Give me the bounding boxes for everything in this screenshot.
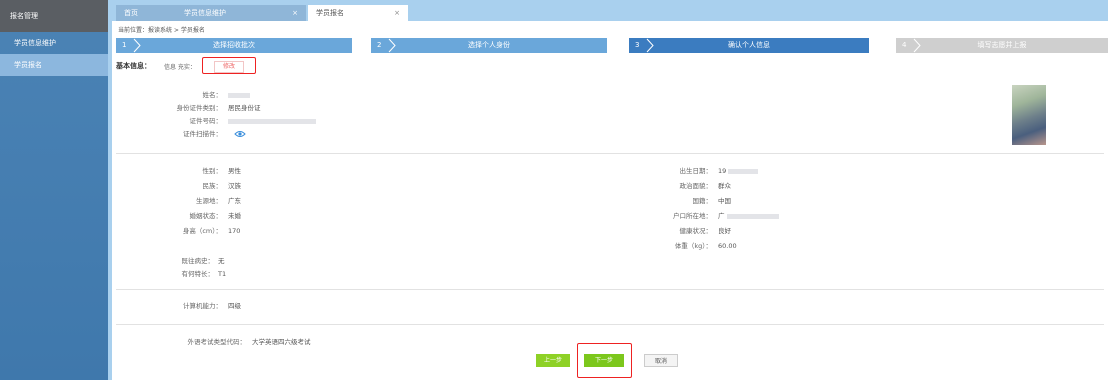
name-row: 姓名： [152,89,250,99]
section-title-basic-info: 基本信息： [116,62,151,70]
id-type-label: 身份证件类别： [176,104,223,112]
household-row: 户口所在地： 广 [632,210,779,220]
ethnicity-row: 民族： 汉族 [152,180,242,190]
id-number-value [228,117,316,125]
edit-button-highlight: 修改 [202,57,256,74]
sidebar-item-student-info[interactable]: 学员信息维护 [0,32,108,54]
id-type-row: 身份证件类别： 居民身份证 [152,102,261,112]
gender-value: 男性 [228,167,241,175]
sidebar-title: 报名管理 [0,0,108,32]
tab-home-label: 首页 [124,9,138,17]
height-value: 170 [228,227,241,235]
nationality-row: 国籍： 中国 [632,195,732,205]
ethnicity-value: 汉族 [228,182,241,190]
origin-value: 广东 [228,197,241,205]
next-button[interactable]: 下一步 [584,354,624,367]
birthdate-row: 出生日期： 19 [632,165,759,175]
origin-label: 生源地： [196,197,222,205]
step-4: 4 填写志愿并上报 [896,38,1108,53]
name-value [228,91,250,99]
specialty-value: T1 [218,270,227,278]
foreign-exam-row: 外语考试类型代码： 大学英语四六级考试 [152,336,311,346]
health-label: 健康状况： [679,227,713,235]
marital-row: 婚姻状态： 未婚 [152,210,242,220]
specialty-label: 有何特长： [181,270,215,278]
name-label: 姓名： [202,91,223,99]
origin-row: 生源地： 广东 [152,195,241,205]
birthdate-value: 19 [718,167,759,175]
health-row: 健康状况： 良好 [632,225,732,235]
breadcrumb: 当前位置：报读系统 > 学员报名 [118,27,205,34]
tab-student-enroll-label: 学员报名 [316,9,344,17]
height-row: 身高（cm）： 170 [152,225,241,235]
id-type-value: 居民身份证 [228,104,261,112]
section-hint: 信息 充实： [164,64,196,71]
foreign-exam-label: 外语考试类型代码： [187,338,247,346]
step-label: 选择个人身份 [468,41,510,49]
id-scan-label: 证件扫描件： [183,130,222,138]
edit-button[interactable]: 修改 [214,61,244,73]
app-window: 报名管理 学员信息维护 学员报名 首页 学员信息维护 × 学员报名 × 当前位置… [0,0,1108,380]
nationality-value: 中国 [718,197,731,205]
close-icon[interactable]: × [292,5,298,21]
step-1: 1 选择招收批次 [116,38,352,53]
tab-student-enroll[interactable]: 学员报名 × [308,5,408,21]
tab-student-info[interactable]: 学员信息维护 × [176,5,306,21]
sidebar-item-student-enroll[interactable]: 学员报名 [0,54,108,76]
tab-student-info-label: 学员信息维护 [184,9,226,17]
weight-row: 体重（kg）： 60.00 [632,240,737,250]
id-scan-row: 证件扫描件： [152,128,246,138]
close-icon[interactable]: × [394,5,400,21]
ethnicity-label: 民族： [202,182,223,190]
eye-icon[interactable] [234,130,246,138]
foreign-exam-value: 大学英语四六级考试 [252,338,311,346]
step-label: 填写志愿并上报 [977,41,1027,49]
step-progress: 1 选择招收批次 2 选择个人身份 3 确认个人信息 4 填写志愿并上报 [116,38,1108,53]
nationality-label: 国籍： [692,197,713,205]
id-number-row: 证件号码： [152,115,316,125]
medical-history-value: 无 [218,257,225,265]
political-label: 政治面貌： [679,182,713,190]
gender-label: 性别： [202,167,223,175]
weight-value: 60.00 [718,242,737,250]
tab-home[interactable]: 首页 [116,5,176,21]
divider [116,289,1104,290]
step-label: 确认个人信息 [728,41,770,49]
computer-skill-label: 计算机能力： [183,302,222,310]
household-value: 广 [718,210,779,220]
id-number-label: 证件号码： [189,117,223,125]
medical-history-row: 既往病史：无 [152,255,225,265]
main-content: 当前位置：报读系统 > 学员报名 1 选择招收批次 2 选择个人身份 3 确认个… [112,21,1108,380]
marital-value: 未婚 [228,212,241,220]
applicant-photo [1012,85,1046,145]
prev-button[interactable]: 上一步 [536,354,570,367]
marital-label: 婚姻状态： [189,212,223,220]
computer-skill-row: 计算机能力： 四级 [152,300,241,310]
political-row: 政治面貌： 群众 [632,180,732,190]
birthdate-label: 出生日期： [679,167,713,175]
specialty-row: 有何特长： T1 [152,268,227,278]
step-2: 2 选择个人身份 [371,38,607,53]
divider [116,324,1104,325]
health-value: 良好 [718,227,731,235]
weight-label: 体重（kg）： [674,242,712,250]
medical-history-label: 既往病史： [181,257,215,265]
cancel-button[interactable]: 取消 [644,354,678,367]
divider [116,153,1104,154]
step-3: 3 确认个人信息 [629,38,869,53]
political-value: 群众 [718,182,731,190]
sidebar: 报名管理 学员信息维护 学员报名 [0,0,108,380]
household-label: 户口所在地： [673,212,712,220]
gender-row: 性别： 男性 [152,165,242,175]
computer-skill-value: 四级 [228,302,241,310]
tab-bar: 首页 学员信息维护 × 学员报名 × [112,5,1108,21]
step-label: 选择招收批次 [213,41,255,49]
height-label: 身高（cm）： [182,227,222,235]
